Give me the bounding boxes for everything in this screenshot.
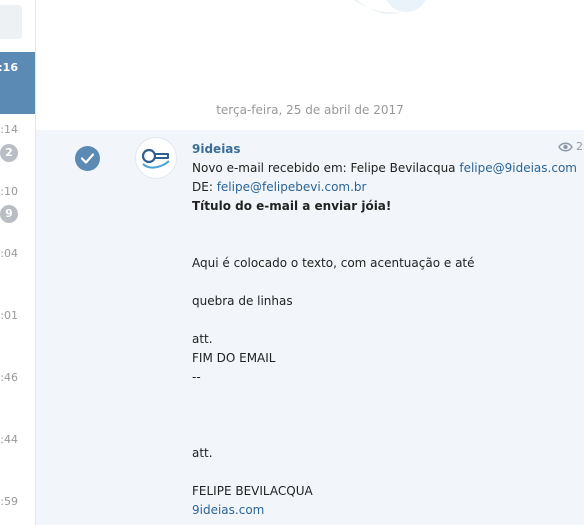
- avatar[interactable]: [135, 137, 177, 179]
- signature-name: FELIPE BEVILACQUA: [192, 484, 313, 498]
- chat-list-sidebar: 3:16 3:14 2 3:10 9 3:04 3:01 2:46 2:44 3…: [0, 0, 36, 525]
- chat-list-item[interactable]: 3:59: [0, 486, 35, 525]
- chat-list-item[interactable]: 2:46: [0, 362, 35, 424]
- chat-list-item[interactable]: 3:10 9: [0, 176, 35, 238]
- message-line: Novo e-mail recebido em: Felipe Bevilacq…: [192, 159, 577, 178]
- message-text: DE:: [192, 180, 217, 194]
- unread-badge: 2: [0, 144, 18, 162]
- email-link[interactable]: felipe@9ideias.com: [459, 161, 577, 175]
- views-count: 2: [576, 140, 583, 153]
- background-logo-icon: [354, 0, 426, 15]
- chat-history: terça-feira, 25 de abril de 2017 2 9idei…: [36, 0, 584, 525]
- date-separator: terça-feira, 25 de abril de 2017: [216, 103, 404, 117]
- 9ideias-logo-icon: [141, 148, 170, 169]
- unread-badge: 9: [0, 205, 18, 223]
- selected-check-icon[interactable]: [75, 146, 100, 171]
- chat-list-item[interactable]: 3:04: [0, 238, 35, 300]
- chat-list-item[interactable]: 3:14 2: [0, 114, 35, 176]
- message[interactable]: 2 9ideias Novo e-mail recebido em: Felip…: [36, 130, 584, 525]
- email-link[interactable]: felipe@felipebevi.com.br: [217, 180, 367, 194]
- email-subject: Título do e-mail a enviar jóia!: [192, 199, 392, 213]
- message-line: FIM DO EMAIL: [192, 351, 276, 365]
- message-text: Novo e-mail recebido em: Felipe Bevilacq…: [192, 161, 460, 175]
- search-box[interactable]: [0, 5, 22, 39]
- sender-name[interactable]: 9ideias: [192, 140, 572, 159]
- website-link[interactable]: 9ideias.com: [192, 501, 572, 520]
- chat-list-item[interactable]: 3:01: [0, 300, 35, 362]
- message-line: att.: [192, 446, 213, 460]
- message-line: quebra de linhas: [192, 294, 293, 308]
- chat-list-item[interactable]: 2:44: [0, 424, 35, 486]
- message-line: --: [192, 370, 201, 384]
- chat-list-item[interactable]: 3:16: [0, 52, 35, 114]
- message-line: DE: felipe@felipebevi.com.br: [192, 178, 572, 197]
- message-line: Aqui é colocado o texto, com acentuação …: [192, 256, 475, 270]
- message-line: att.: [192, 332, 213, 346]
- message-content: 9ideias Novo e-mail recebido em: Felipe …: [192, 140, 577, 520]
